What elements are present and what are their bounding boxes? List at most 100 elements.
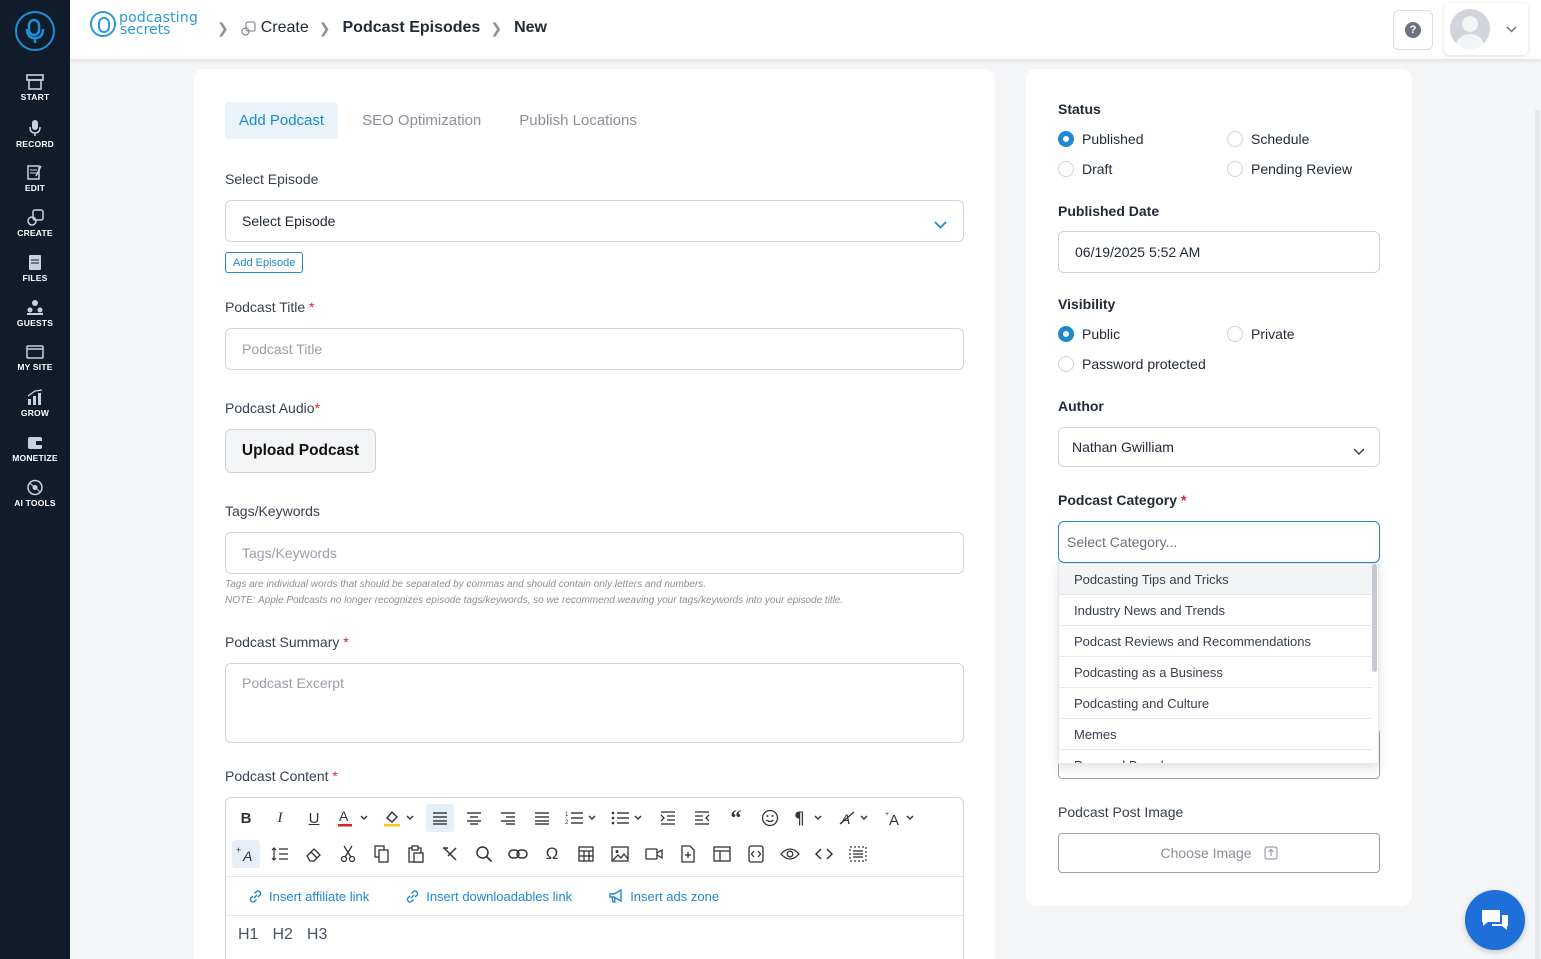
category-option[interactable]: Memes [1059,719,1373,750]
choose-image-button[interactable]: Choose Image [1058,833,1380,873]
dropdown-scrollbar[interactable] [1372,564,1377,672]
insert-ads-zone-button[interactable]: Insert ads zone [608,888,719,904]
visibility-public-radio[interactable]: Public [1058,326,1120,342]
highlight-color-icon[interactable] [380,804,420,832]
template-icon[interactable] [708,840,736,868]
sidebar-item-start[interactable]: START [0,74,70,114]
category-option[interactable]: Podcasting Tips and Tricks [1059,564,1373,595]
link-icon[interactable] [504,840,532,868]
sidebar-item-my-site[interactable]: MY SITE [0,344,70,384]
breadcrumb-create[interactable]: Create [261,19,309,37]
podcast-summary-textarea[interactable]: Podcast Excerpt [225,663,964,743]
link-icon [249,889,262,903]
copy-icon[interactable] [368,840,396,868]
visibility-password-radio[interactable]: Password protected [1058,356,1206,372]
align-center-icon[interactable] [460,804,488,832]
tab-seo-optimization[interactable]: SEO Optimization [348,102,495,139]
italic-icon[interactable]: I [266,804,294,832]
sidebar-item-files[interactable]: FILES [0,254,70,294]
insert-file-icon[interactable] [674,840,702,868]
heading-3-button[interactable]: H3 [307,926,327,944]
breadcrumb-podcast-episodes[interactable]: Podcast Episodes [343,19,481,37]
code-view-icon[interactable] [810,840,838,868]
tags-placeholder: Tags/Keywords [242,545,337,561]
user-menu-button[interactable] [1444,3,1528,55]
sidebar-item-grow[interactable]: GROW [0,389,70,429]
emoji-icon[interactable] [756,804,784,832]
status-published-radio[interactable]: Published [1058,131,1144,147]
select-all-icon[interactable] [844,840,872,868]
app-logo-icon[interactable] [15,11,55,51]
category-search-input[interactable]: Select Category... [1058,521,1380,563]
image-icon[interactable] [606,840,634,868]
font-size-icon[interactable]: A + [882,804,922,832]
podcast-summary-label: Podcast Summary * [225,634,349,650]
video-icon[interactable] [640,840,668,868]
special-characters-icon[interactable]: Ω [538,840,566,868]
sidebar-item-edit[interactable]: EDIT [0,164,70,204]
sidebar-item-label: START [20,92,50,102]
svg-text:A: A [339,808,349,824]
tags-input[interactable]: Tags/Keywords [225,532,964,574]
heading-2-button[interactable]: H2 [272,926,292,944]
paste-icon[interactable] [402,840,430,868]
align-right-icon[interactable] [494,804,522,832]
cut-icon[interactable] [334,840,362,868]
svg-text:2: 2 [565,820,569,826]
upload-icon [1263,846,1278,860]
chevron-right-icon: ❯ [490,19,503,36]
heading-1-button[interactable]: H1 [238,926,258,944]
brand-logo[interactable]: podcasting secrets [90,11,198,37]
status-pending-review-radio[interactable]: Pending Review [1227,161,1352,177]
select-episode-dropdown[interactable]: Select Episode [225,200,964,242]
insert-affiliate-link-button[interactable]: Insert affiliate link [248,889,369,904]
bullet-list-icon[interactable] [608,804,648,832]
indent-icon[interactable] [654,804,682,832]
align-left-icon[interactable] [426,804,454,832]
paragraph-format-icon[interactable]: ¶ [790,804,830,832]
underline-icon[interactable]: U [300,804,328,832]
add-episode-button[interactable]: Add Episode [225,252,304,273]
category-option[interactable]: Podcasting and Culture [1059,688,1373,719]
status-draft-radio[interactable]: Draft [1058,161,1112,177]
sidebar-item-record[interactable]: RECORD [0,119,70,159]
remove-format-icon[interactable] [436,840,464,868]
author-select[interactable]: Nathan Gwilliam [1058,427,1380,467]
table-icon[interactable] [572,840,600,868]
page-scrollbar[interactable] [1535,110,1540,959]
text-style-icon[interactable]: A + [232,840,260,868]
bold-icon[interactable]: B [232,804,260,832]
sidebar-item-monetize[interactable]: MONETIZE [0,434,70,474]
create-icon [241,20,256,36]
line-height-icon[interactable] [266,840,294,868]
published-date-input[interactable]: 06/19/2025 5:52 AM [1058,231,1380,273]
category-option[interactable]: Industry News and Trends [1059,595,1373,626]
category-option[interactable]: Podcast Reviews and Recommendations [1059,626,1373,657]
sidebar-item-ai-tools[interactable]: AI TOOLS [0,479,70,519]
category-option[interactable]: Personal Brand [1059,750,1373,764]
eraser-icon[interactable] [300,840,328,868]
sidebar-item-guests[interactable]: GUESTS [0,299,70,339]
clear-formatting-dropdown-icon[interactable]: A [836,804,876,832]
category-option[interactable]: Podcasting as a Business [1059,657,1373,688]
ordered-list-icon[interactable]: 12 [562,804,602,832]
status-schedule-radio[interactable]: Schedule [1227,131,1309,147]
podcast-title-input[interactable]: Podcast Title [225,328,964,370]
tab-add-podcast[interactable]: Add Podcast [225,102,339,139]
text-color-icon[interactable]: A [334,804,374,832]
quote-icon[interactable]: “ [722,804,750,832]
tab-publish-locations[interactable]: Publish Locations [505,102,651,139]
preview-eye-icon[interactable] [776,840,804,868]
outdent-icon[interactable] [688,804,716,832]
upload-podcast-button[interactable]: Upload Podcast [225,429,376,473]
embed-icon[interactable] [742,840,770,868]
help-button[interactable]: ? [1393,10,1433,50]
chat-support-button[interactable] [1465,890,1525,950]
breadcrumb-new: New [514,19,547,36]
radio-dot [1058,326,1074,342]
insert-downloadables-link-button[interactable]: Insert downloadables link [405,889,572,904]
search-icon[interactable] [470,840,498,868]
visibility-private-radio[interactable]: Private [1227,326,1295,342]
align-justify-icon[interactable] [528,804,556,832]
sidebar-item-create[interactable]: CREATE [0,209,70,249]
